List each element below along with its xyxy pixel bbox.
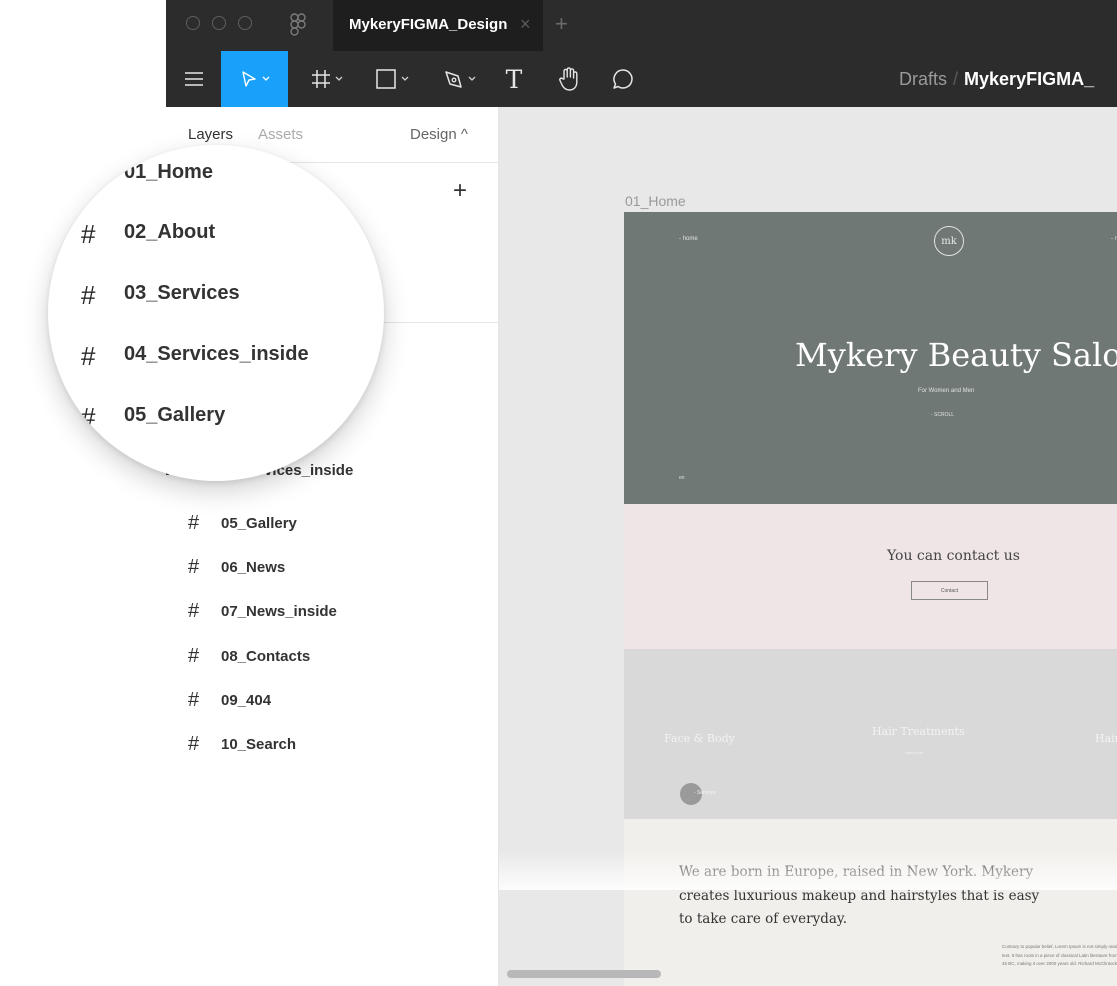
tab-layers[interactable]: Layers (188, 126, 233, 143)
about-section: We are born in Europe, raised in New Yor… (624, 819, 1117, 986)
layer-label: 08_Contacts (221, 647, 311, 665)
salon-logo: mk (934, 226, 964, 256)
layer-label: 03_Services (124, 282, 240, 304)
frame-tool-button[interactable] (302, 51, 352, 107)
frame-icon: # (81, 219, 96, 249)
comment-icon (613, 69, 633, 89)
pen-tool-button[interactable] (436, 51, 482, 107)
horizontal-scrollbar[interactable] (507, 970, 661, 978)
frame-icon: # (81, 280, 96, 310)
magnified-layer-services[interactable]: # 03_Services (48, 278, 384, 314)
frame-icon: # (188, 688, 200, 711)
hand-icon (559, 67, 578, 91)
breadcrumb-separator: / (953, 69, 959, 89)
frame-icon: # (188, 732, 200, 755)
layer-label: 05_Gallery (124, 404, 226, 426)
layer-label: 09_404 (221, 691, 272, 709)
maximize-window-button[interactable] (238, 16, 252, 30)
service-face-body: Face & Body (664, 732, 735, 745)
menu-button[interactable] (180, 51, 208, 107)
layer-item-404[interactable]: # 09_404 (166, 685, 498, 715)
contact-button: Contact (911, 581, 988, 600)
frame-icon: # (188, 599, 200, 622)
add-page-button[interactable]: + (453, 177, 467, 205)
layer-label: 07_News_inside (221, 602, 337, 620)
service-hair-treatments: Hair Treatments (872, 725, 965, 738)
about-small-text: Contrary to popular belief, Lorem Ipsum … (1002, 944, 1117, 966)
breadcrumb-file-name[interactable]: MykeryFIGMA_ (964, 69, 1094, 89)
magnified-layer-services-inside[interactable]: # 04_Services_inside (48, 339, 384, 375)
frame-icon: # (81, 402, 96, 432)
frame-icon: # (188, 511, 200, 534)
breadcrumb: Drafts / MykeryFIGMA_ (899, 69, 1094, 90)
magnified-layer-gallery[interactable]: # 05_Gallery (48, 400, 384, 436)
layer-label: 04_Services_inside (124, 343, 309, 365)
hand-tool-button[interactable] (554, 51, 584, 107)
pen-icon (445, 71, 462, 88)
bottom-fade (499, 850, 1117, 890)
services-more-label: - Services (694, 790, 717, 796)
magnified-layer-home[interactable]: 01_Home (124, 161, 213, 184)
hero-scroll: - SCROLL (931, 412, 955, 418)
hero-nav-home: - home (679, 236, 698, 242)
menu-icon (185, 72, 203, 86)
frame-label[interactable]: 01_Home (625, 193, 686, 209)
text-icon: T (505, 64, 523, 94)
frame-icon: # (188, 555, 200, 578)
contact-title: You can contact us (887, 548, 1020, 564)
breadcrumb-drafts[interactable]: Drafts (899, 69, 947, 89)
file-tab[interactable]: MykeryFIGMA_Design × (333, 0, 543, 51)
layer-item-search[interactable]: # 10_Search (166, 729, 498, 759)
file-tab-label: MykeryFIGMA_Design (349, 16, 508, 33)
frame-icon (312, 70, 330, 88)
hero-section: - home - n mk Mykery Beauty Salon For Wo… (624, 212, 1117, 504)
title-bar: MykeryFIGMA_Design × + (166, 0, 1117, 51)
services-section: Face & Body Hair Treatments read more Ha… (624, 649, 1117, 819)
contact-section: You can contact us Contact (624, 504, 1117, 649)
new-tab-button[interactable]: + (555, 11, 568, 37)
layer-label: 05_Gallery (221, 514, 297, 532)
hero-nav-right: - n (1111, 236, 1117, 242)
close-tab-icon[interactable]: × (520, 14, 531, 35)
close-window-button[interactable] (186, 16, 200, 30)
tab-assets[interactable]: Assets (258, 126, 303, 143)
layer-item-gallery[interactable]: # 05_Gallery (166, 508, 498, 538)
toolbar: T Drafts / MykeryFIGMA_ (166, 51, 1117, 107)
move-tool-button[interactable] (221, 51, 288, 107)
frame-icon: # (81, 341, 96, 371)
figma-logo-icon[interactable] (290, 13, 306, 37)
minimize-window-button[interactable] (212, 16, 226, 30)
layer-label: 06_News (221, 558, 286, 576)
layer-label: 10_Search (221, 735, 297, 753)
move-icon (241, 71, 256, 87)
layer-item-news[interactable]: # 06_News (166, 552, 498, 582)
salon-logo-text: mk (941, 235, 957, 247)
layer-label: 02_About (124, 221, 216, 243)
service-hair: Hair (1095, 732, 1117, 745)
shape-tool-button[interactable] (369, 51, 415, 107)
hero-language: en (679, 475, 685, 481)
chevron-down-icon (262, 76, 269, 81)
chevron-down-icon (468, 76, 476, 81)
text-tool-button[interactable]: T (502, 51, 526, 107)
contact-button-label: Contact (940, 587, 959, 594)
chevron-down-icon (335, 76, 343, 81)
comment-tool-button[interactable] (609, 51, 637, 107)
magnified-layer-about[interactable]: # 02_About (48, 217, 384, 253)
service-hair-treatments-sub: read more (905, 750, 924, 755)
layer-item-news-inside[interactable]: # 07_News_inside (166, 596, 498, 626)
figma-window: MykeryFIGMA_Design × + T Drafts / Mykery… (166, 0, 1117, 986)
tab-design[interactable]: Design ^ (410, 126, 468, 143)
chevron-down-icon (401, 76, 409, 81)
hero-subtitle: For Women and Men (918, 388, 975, 394)
rectangle-icon (376, 69, 396, 89)
magnifier-lens: 01_Home # 02_About # 03_Services # 04_Se… (48, 145, 384, 481)
hero-title: Mykery Beauty Salon (795, 336, 1117, 374)
frame-icon: # (188, 644, 200, 667)
layer-item-contacts[interactable]: # 08_Contacts (166, 641, 498, 671)
